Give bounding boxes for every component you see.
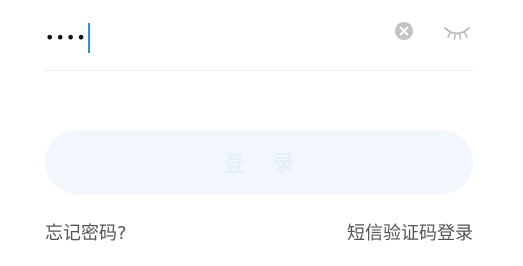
clear-circle-icon: [395, 22, 413, 40]
password-visibility-toggle[interactable]: [443, 22, 471, 42]
clear-input-button[interactable]: [394, 21, 414, 41]
password-input[interactable]: ••••: [45, 21, 90, 55]
password-masked-value: ••••: [45, 28, 87, 47]
forgot-password-link[interactable]: 忘记密码?: [45, 219, 127, 245]
password-row: ••••: [45, 8, 473, 71]
login-button[interactable]: 登 录: [45, 130, 473, 194]
sms-login-link[interactable]: 短信验证码登录: [347, 219, 473, 245]
eye-closed-icon: [444, 27, 470, 40]
text-caret: [87, 23, 90, 53]
